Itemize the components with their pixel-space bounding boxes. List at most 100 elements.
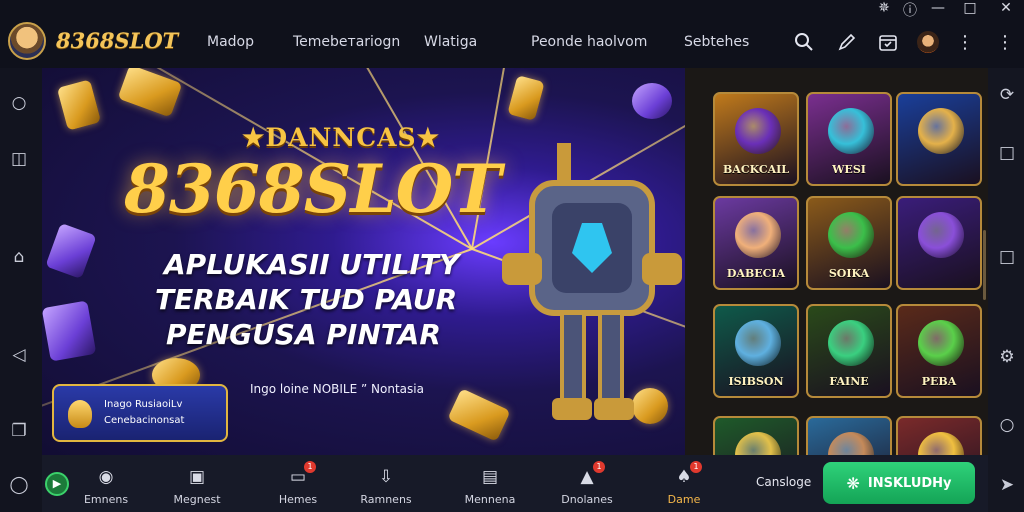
game-label: DABECIA — [726, 267, 786, 280]
nav-item-5[interactable]: Sebtehes — [684, 34, 749, 50]
game-tile[interactable]: PEBA — [896, 304, 982, 398]
game-tile[interactable]: BACKCAIL — [713, 92, 799, 186]
game-art — [918, 212, 964, 258]
grid-scrollbar[interactable] — [983, 230, 986, 300]
more-vert-icon[interactable]: ⋮ — [954, 31, 976, 53]
game-tile[interactable] — [896, 196, 982, 290]
robot-mascot-icon — [502, 143, 682, 420]
card-icon: ▤ — [481, 467, 499, 487]
game-label: PEBA — [921, 375, 957, 388]
tab-label: Emnens — [83, 493, 129, 506]
bottom-nav: ▶ ◉ Emnens ▣ Megnest ▭ 1 Hemes ⇩ Ramnens ▤ Mennena… — [42, 455, 988, 512]
left-rail: ○ ◫ ⌂ ◁ ❐ ◯ — [0, 68, 42, 512]
game-tile[interactable] — [896, 92, 982, 186]
game-art — [828, 108, 874, 154]
game-tile[interactable]: DABECIA — [713, 196, 799, 290]
app-window: 8368SLOT Madop Temebeтariogn Wlatiga Peo… — [0, 0, 1024, 512]
tab-label: Hemes — [278, 493, 318, 506]
calendar-icon[interactable] — [877, 31, 899, 53]
circle-icon[interactable]: ○ — [996, 414, 1018, 436]
gold-bar-decoration — [56, 79, 102, 131]
game-art — [735, 108, 781, 154]
tab-label: Megnest — [173, 493, 221, 506]
banner-line-3: PENGUSA PINTAR — [166, 318, 441, 351]
back-icon[interactable]: ◁ — [8, 344, 30, 366]
location-icon[interactable]: ◯ — [8, 474, 30, 496]
game-label: SOIKA — [828, 267, 870, 280]
banner-caption: Ingo loine NOBILE ” Nontasia — [250, 382, 424, 396]
game-art — [918, 320, 964, 366]
tab-label: Mennena — [464, 493, 516, 506]
promo-card[interactable]: Inago RusiaoiLv Cenebacinonsat — [52, 384, 228, 442]
game-art — [735, 432, 781, 455]
game-label: WESI — [832, 163, 866, 176]
game-art — [735, 320, 781, 366]
game-art — [828, 212, 874, 258]
game-art — [918, 432, 964, 455]
avatar[interactable] — [917, 31, 939, 53]
hero-banner[interactable]: ★DANNCAS★ 8368SLOT APLUKASII UTILITY TER… — [42, 68, 685, 455]
maximize-icon[interactable]: □ — [960, 0, 980, 16]
game-tile[interactable] — [896, 416, 982, 455]
game-tile[interactable] — [713, 416, 799, 455]
game-art — [828, 432, 874, 455]
edit-icon[interactable] — [836, 31, 858, 53]
navigate-icon[interactable]: ➤ — [996, 474, 1018, 496]
gem-decoration — [42, 300, 97, 362]
game-tile[interactable]: ISIBSON — [713, 304, 799, 398]
game-label: FAINE — [829, 375, 869, 388]
logo-icon[interactable] — [8, 22, 46, 60]
download-icon: ⇩ — [378, 467, 394, 487]
square-icon[interactable]: □ — [996, 246, 1018, 268]
circle-icon[interactable]: ○ — [8, 92, 30, 114]
banner-line-1: APLUKASII UTILITY — [164, 248, 460, 281]
tab-0[interactable]: ◉ Emnens — [58, 455, 154, 512]
promo-line-2: Cenebacinonsat — [104, 415, 185, 426]
tab-label: Ramnens — [360, 493, 412, 506]
image-icon: ▣ — [188, 467, 206, 487]
trophy-icon — [68, 400, 92, 428]
disc-icon: ◉ — [98, 467, 114, 487]
brand-title[interactable]: 8368SLOT — [56, 28, 178, 53]
game-tile[interactable]: SOIKA — [806, 196, 892, 290]
nav-item-4[interactable]: Peonde haolvom — [531, 34, 647, 50]
game-label: ISIBSON — [728, 375, 784, 388]
game-art — [828, 320, 874, 366]
game-art — [735, 212, 781, 258]
top-bar: 8368SLOT Madop Temebeтariogn Wlatiga Peo… — [0, 0, 1024, 68]
notification-badge: 1 — [690, 461, 702, 473]
game-tile[interactable] — [806, 416, 892, 455]
catalog-link[interactable]: Cansloge — [756, 475, 811, 489]
tab-5[interactable]: ▲ 1 Dnolanes — [539, 455, 635, 512]
nav-item-1[interactable]: Madop — [207, 34, 254, 50]
tab-4[interactable]: ▤ Mennena — [442, 455, 538, 512]
banner-line-2: TERBAIK TUD PAUR — [155, 283, 458, 316]
square-icon[interactable]: □ — [996, 142, 1018, 164]
close-icon[interactable]: ✕ — [996, 0, 1016, 16]
link-icon[interactable]: ✵ — [874, 0, 894, 16]
tab-1[interactable]: ▣ Megnest — [149, 455, 245, 512]
game-tile[interactable]: WESI — [806, 92, 892, 186]
tab-2[interactable]: ▭ 1 Hemes — [250, 455, 346, 512]
promo-line-1: Inago RusiaoiLv — [104, 399, 183, 410]
more-vert-icon[interactable]: ⋮ — [994, 31, 1016, 53]
refresh-icon[interactable]: ⟳ — [996, 84, 1018, 106]
game-tile[interactable]: FAINE — [806, 304, 892, 398]
gear-icon: ❋ — [846, 473, 860, 493]
tab-6[interactable]: ♠ 1 Dame — [636, 455, 732, 512]
notification-badge: 1 — [304, 461, 316, 473]
window-icon[interactable]: ◫ — [8, 148, 30, 170]
info-icon[interactable]: ⓘ — [900, 0, 920, 20]
nav-item-2[interactable]: Temebeтariogn — [293, 34, 400, 50]
settings-icon[interactable]: ⚙ — [996, 346, 1018, 368]
install-button[interactable]: ❋ INSKLUDHy — [823, 462, 975, 504]
install-label: INSKLUDHy — [867, 475, 952, 491]
gold-bar-decoration — [507, 75, 545, 121]
copy-icon[interactable]: ❐ — [8, 420, 30, 442]
tab-3[interactable]: ⇩ Ramnens — [338, 455, 434, 512]
home-icon[interactable]: ⌂ — [8, 246, 30, 268]
search-icon[interactable] — [793, 31, 815, 53]
minimize-icon[interactable]: — — [928, 0, 948, 16]
right-rail: ⟳ □ □ ⚙ ○ ➤ — [988, 68, 1024, 512]
nav-item-3[interactable]: Wlatiga — [424, 34, 477, 50]
